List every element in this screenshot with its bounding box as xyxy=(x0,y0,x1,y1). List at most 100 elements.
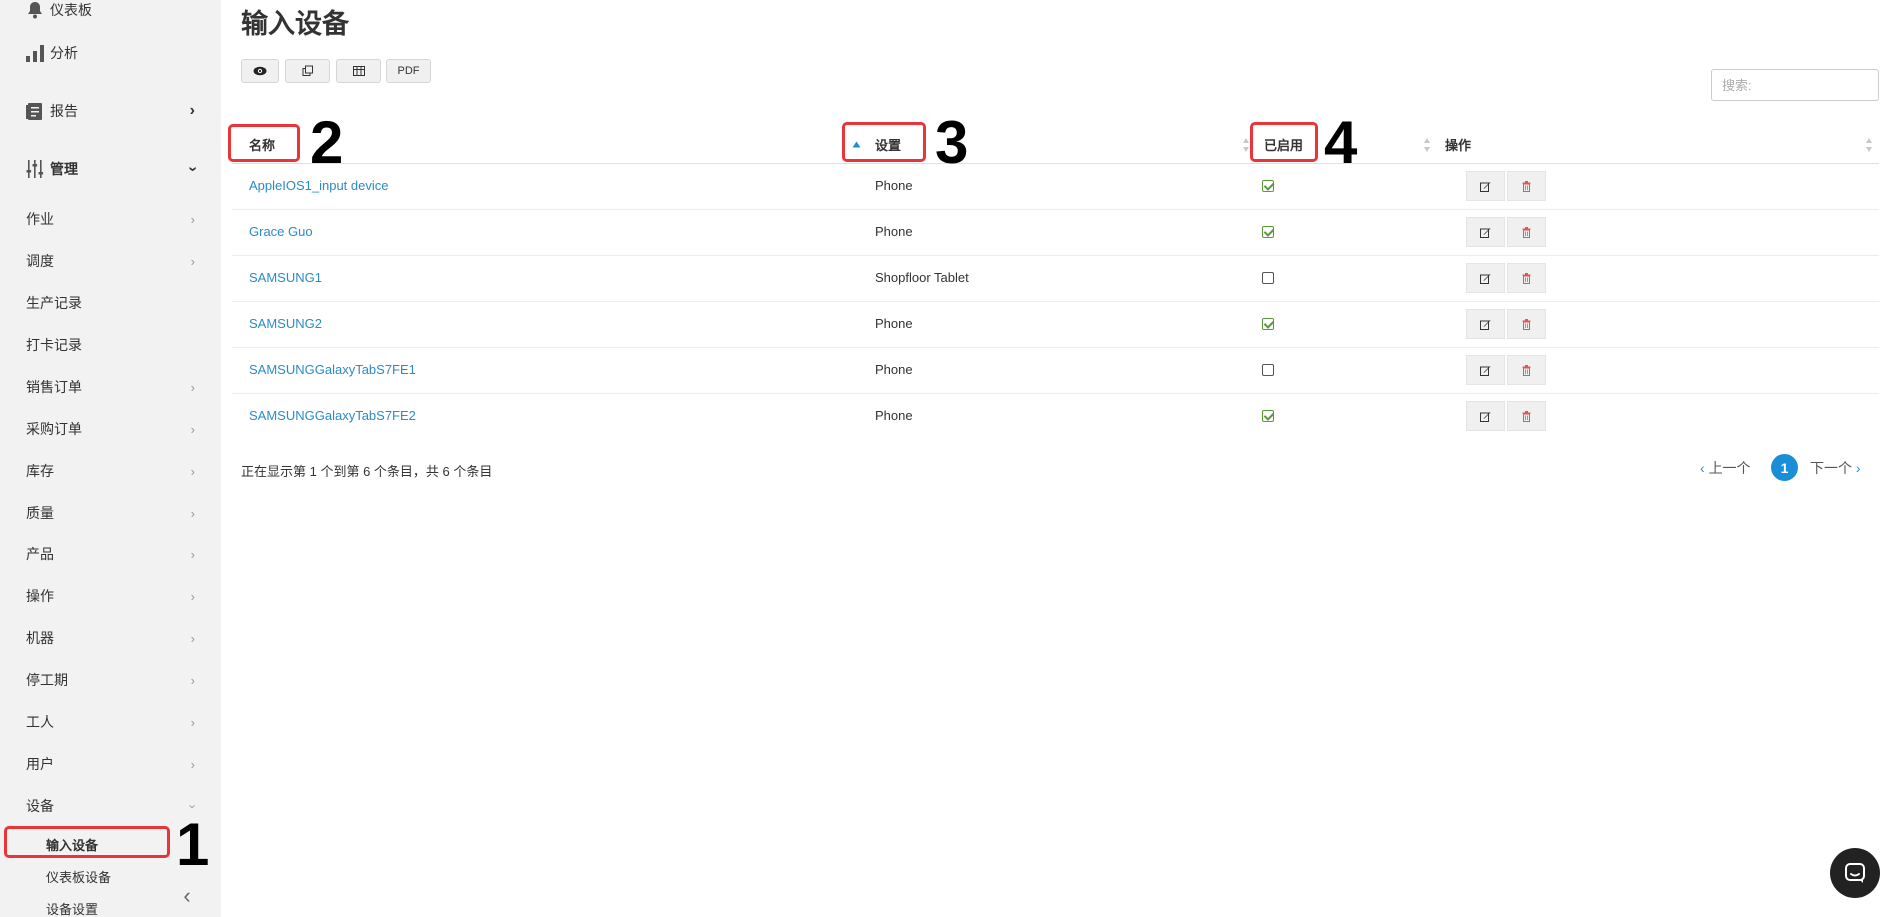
chevron-right-icon: › xyxy=(1855,460,1861,476)
sidebar-item-machines[interactable]: 机器 › xyxy=(0,620,221,656)
sidebar-item-workers[interactable]: 工人 › xyxy=(0,704,221,740)
sidebar-item-schedule[interactable]: 调度 › xyxy=(0,243,221,279)
sidebar-item-label: 用户 xyxy=(26,756,54,772)
edit-button[interactable] xyxy=(1466,171,1505,201)
highlight-box xyxy=(842,122,926,162)
sort-icon[interactable] xyxy=(1865,137,1873,153)
sidebar-item-label: 操作 xyxy=(26,588,54,604)
report-icon xyxy=(26,103,42,120)
edit-button[interactable] xyxy=(1466,309,1505,339)
pager-prev-label: 上一个 xyxy=(1708,460,1751,476)
chevron-right-icon: › xyxy=(190,253,195,269)
annotation-number: 1 xyxy=(176,811,210,878)
edit-button[interactable] xyxy=(1466,355,1505,385)
device-setting: Phone xyxy=(875,408,913,423)
chevron-right-icon: › xyxy=(190,463,195,479)
sidebar-item-dashboard[interactable]: 仪表板 xyxy=(0,0,221,28)
row-divider xyxy=(232,393,1879,394)
edit-icon xyxy=(1480,411,1491,422)
sort-icon[interactable] xyxy=(1423,137,1431,153)
row-divider xyxy=(232,301,1879,302)
sidebar-item-inventory[interactable]: 库存 › xyxy=(0,453,221,489)
edit-icon xyxy=(1480,227,1491,238)
sidebar-item-products[interactable]: 产品 › xyxy=(0,536,221,572)
sidebar-item-quality[interactable]: 质量 › xyxy=(0,495,221,531)
enabled-checkbox xyxy=(1262,318,1274,330)
enabled-checkbox xyxy=(1262,226,1274,238)
chevron-right-icon: › xyxy=(190,505,195,521)
row-actions xyxy=(1466,401,1546,431)
enabled-checkbox xyxy=(1262,180,1274,192)
table-header-divider xyxy=(232,163,1879,164)
delete-button[interactable] xyxy=(1507,309,1546,339)
collapse-sidebar-icon[interactable]: ‹ xyxy=(176,885,198,907)
device-name-link[interactable]: SAMSUNGGalaxyTabS7FE1 xyxy=(249,362,416,377)
delete-button[interactable] xyxy=(1507,217,1546,247)
device-name-link[interactable]: SAMSUNG2 xyxy=(249,316,322,331)
visibility-button[interactable] xyxy=(241,59,279,83)
device-setting: Phone xyxy=(875,362,913,377)
row-divider xyxy=(232,347,1879,348)
pager-next-button[interactable]: 下一个 › xyxy=(1810,458,1861,478)
pager-prev-button[interactable]: ‹ 上一个 xyxy=(1700,458,1751,478)
edit-button[interactable] xyxy=(1466,217,1505,247)
edit-button[interactable] xyxy=(1466,263,1505,293)
chevron-right-icon: › xyxy=(190,756,195,772)
sidebar-item-jobs[interactable]: 作业 › xyxy=(0,201,221,237)
sort-icon[interactable] xyxy=(1242,137,1250,153)
chevron-right-icon: › xyxy=(189,102,195,119)
row-actions xyxy=(1466,355,1546,385)
edit-button[interactable] xyxy=(1466,401,1505,431)
sidebar-item-purchase-orders[interactable]: 采购订单 › xyxy=(0,411,221,447)
sidebar-item-label: 调度 xyxy=(26,253,54,269)
trash-icon xyxy=(1522,272,1531,284)
pdf-button[interactable]: PDF xyxy=(386,59,431,83)
chevron-right-icon: › xyxy=(190,211,195,227)
device-setting: Shopfloor Tablet xyxy=(875,270,969,285)
sidebar-item-users[interactable]: 用户 › xyxy=(0,746,221,782)
device-name-link[interactable]: SAMSUNGGalaxyTabS7FE2 xyxy=(249,408,416,423)
sidebar-item-label: 作业 xyxy=(26,211,54,227)
chevron-right-icon: › xyxy=(190,630,195,646)
enabled-checkbox xyxy=(1262,410,1274,422)
device-name-link[interactable]: Grace Guo xyxy=(249,224,313,239)
sidebar-item-label: 机器 xyxy=(26,630,54,646)
table-info: 正在显示第 1 个到第 6 个条目，共 6 个条目 xyxy=(241,464,493,479)
annotation-number: 2 xyxy=(310,109,344,176)
settings-sliders-icon xyxy=(26,160,44,178)
delete-button[interactable] xyxy=(1507,401,1546,431)
chat-button[interactable] xyxy=(1830,848,1880,898)
sidebar-item-admin[interactable]: 管理 › xyxy=(0,151,221,187)
device-setting: Phone xyxy=(875,178,913,193)
device-name-link[interactable]: AppleIOS1_input device xyxy=(249,178,388,193)
copy-button[interactable] xyxy=(285,59,330,83)
sidebar-item-label: 设备 xyxy=(26,798,54,814)
bell-icon xyxy=(28,2,42,19)
sidebar-item-sales-orders[interactable]: 销售订单 › xyxy=(0,369,221,405)
chevron-right-icon: › xyxy=(190,672,195,688)
delete-button[interactable] xyxy=(1507,355,1546,385)
delete-button[interactable] xyxy=(1507,171,1546,201)
sidebar-item-operations[interactable]: 操作 › xyxy=(0,578,221,614)
sidebar-item-reports[interactable]: 报告 › xyxy=(0,93,221,129)
enabled-checkbox xyxy=(1262,364,1274,376)
sidebar-item-label: 管理 xyxy=(50,161,78,177)
eye-icon xyxy=(253,66,267,76)
pager-current-page[interactable]: 1 xyxy=(1771,454,1798,481)
device-name-link[interactable]: SAMSUNG1 xyxy=(249,270,322,285)
csv-button[interactable] xyxy=(336,59,381,83)
sidebar-item-analysis[interactable]: 分析 xyxy=(0,35,221,71)
sidebar-item-production-records[interactable]: 生产记录 xyxy=(0,285,221,321)
table-icon xyxy=(352,66,365,76)
search-input[interactable] xyxy=(1711,69,1879,101)
edit-icon xyxy=(1480,181,1491,192)
sidebar-item-label: 质量 xyxy=(26,505,54,521)
sidebar-item-downtime[interactable]: 停工期 › xyxy=(0,662,221,698)
delete-button[interactable] xyxy=(1507,263,1546,293)
bar-chart-icon xyxy=(26,45,44,62)
column-header-actions[interactable]: 操作 xyxy=(1445,126,1471,162)
chevron-down-icon: › xyxy=(185,803,201,809)
sidebar-item-label: 工人 xyxy=(26,714,54,730)
chevron-left-icon: ‹ xyxy=(1700,460,1705,476)
sidebar-item-clock-records[interactable]: 打卡记录 xyxy=(0,327,221,363)
